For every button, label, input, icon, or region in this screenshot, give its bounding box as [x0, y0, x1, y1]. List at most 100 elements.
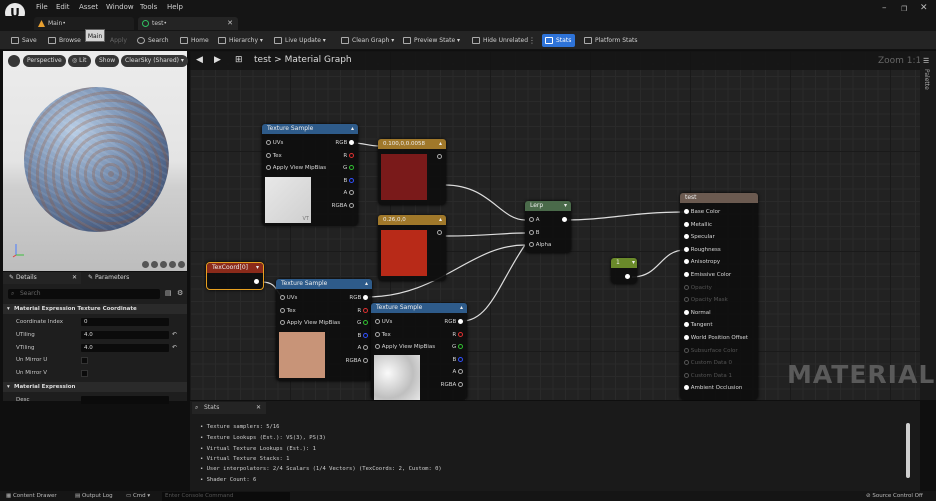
- chevron-down-icon[interactable]: ▾: [256, 263, 259, 273]
- material-result-node[interactable]: test Base Color Metallic Specular Roughn…: [680, 193, 758, 400]
- minimize-icon[interactable]: –: [882, 3, 887, 13]
- clean-graph-button[interactable]: Clean Graph ▾: [341, 34, 394, 47]
- save-button[interactable]: Save: [11, 34, 37, 47]
- pin-r[interactable]: R: [452, 331, 463, 339]
- pin-tex[interactable]: Tex: [266, 152, 282, 160]
- result-pin[interactable]: Base Color: [684, 208, 720, 216]
- desc-input[interactable]: [81, 396, 169, 404]
- mesh-preview-icon[interactable]: [178, 261, 185, 268]
- output-log-button[interactable]: ▤ Output Log: [75, 493, 113, 499]
- utiling-input[interactable]: 4.0: [81, 331, 169, 339]
- sky-dropdown[interactable]: ClearSky (Shared) ▾: [121, 55, 188, 67]
- pin-r[interactable]: R: [357, 307, 368, 315]
- tab-main[interactable]: Main•: [34, 17, 134, 30]
- constant3vector-node-1[interactable]: 0.100,0,0.0058 ▴: [378, 139, 446, 205]
- pin-alpha[interactable]: Alpha: [529, 241, 551, 249]
- pin-uvs[interactable]: UVs: [266, 139, 283, 147]
- chevron-down-icon[interactable]: ▾: [632, 258, 635, 268]
- pin-tex[interactable]: Tex: [280, 307, 296, 315]
- console-command-input[interactable]: Enter Console Command: [162, 492, 290, 501]
- menu-edit[interactable]: Edit: [56, 3, 70, 11]
- pin-g[interactable]: G: [357, 319, 368, 327]
- pin-a[interactable]: A: [452, 368, 463, 376]
- pin-a[interactable]: A: [343, 189, 354, 197]
- cylinder-preview-icon[interactable]: [151, 261, 158, 268]
- stats-scrollbar[interactable]: [906, 423, 910, 478]
- pin-a[interactable]: A: [357, 344, 368, 352]
- pin-b[interactable]: B: [452, 356, 463, 364]
- pin-mipbias[interactable]: Apply View MipBias: [266, 164, 326, 172]
- pin-b[interactable]: B: [357, 332, 368, 340]
- texcoord-node[interactable]: TexCoord[0] ▾: [206, 262, 264, 290]
- texture-sample-node-2[interactable]: Texture Sample ▴ UVs Tex Apply View MipBi…: [276, 279, 372, 381]
- unmirror-v-checkbox[interactable]: [81, 370, 88, 377]
- settings-gear-icon[interactable]: ⚙: [177, 289, 183, 297]
- stats-button[interactable]: Stats: [542, 34, 576, 47]
- details-search-input[interactable]: ⌕ Search: [8, 289, 160, 299]
- menu-file[interactable]: File: [36, 3, 48, 11]
- tab-details[interactable]: ✎ Details ✕: [3, 272, 81, 284]
- result-pin[interactable]: Anisotropy: [684, 258, 720, 266]
- hide-unrelated-button[interactable]: Hide Unrelated: [472, 34, 528, 47]
- pin-g[interactable]: G: [452, 343, 463, 351]
- constant3vector-node-2[interactable]: 0.26,0,0 ▴: [378, 215, 446, 281]
- pin-a[interactable]: A: [529, 216, 540, 224]
- chevron-up-icon[interactable]: ▴: [439, 215, 442, 225]
- texture-sample-node-1[interactable]: Texture Sample ▴ UVs Tex Apply View MipBi…: [262, 124, 358, 226]
- result-pin[interactable]: Ambient Occlusion: [684, 384, 742, 392]
- pin-rgb[interactable]: RGB: [444, 318, 463, 326]
- result-pin[interactable]: World Position Offset: [684, 334, 748, 342]
- result-pin[interactable]: Subsurface Color: [684, 347, 738, 355]
- palette-tab[interactable]: Palette: [923, 69, 930, 90]
- pin-b[interactable]: B: [529, 229, 540, 237]
- pin-rgb[interactable]: RGB: [335, 139, 354, 147]
- chevron-up-icon[interactable]: ▴: [439, 139, 442, 149]
- chevron-down-icon[interactable]: ▾: [564, 201, 567, 211]
- viewport-menu-icon[interactable]: [8, 55, 20, 67]
- result-pin[interactable]: Custom Data 1: [684, 372, 732, 380]
- preview-state-button[interactable]: Preview State ▾: [403, 34, 460, 47]
- pin-output[interactable]: [437, 153, 442, 161]
- close-tab-icon[interactable]: ✕: [227, 17, 233, 30]
- pin-output[interactable]: [254, 278, 259, 286]
- pin-tex[interactable]: Tex: [375, 331, 391, 339]
- home-button[interactable]: Home: [180, 34, 209, 47]
- result-pin[interactable]: Emissive Color: [684, 271, 731, 279]
- menu-window[interactable]: Window: [106, 3, 134, 11]
- close-stats-icon[interactable]: ✕: [256, 402, 261, 414]
- result-pin[interactable]: Opacity: [684, 284, 712, 292]
- result-pin[interactable]: Tangent: [684, 321, 713, 329]
- coordinate-index-input[interactable]: 0: [81, 318, 169, 326]
- result-pin[interactable]: Normal: [684, 309, 711, 317]
- vtiling-input[interactable]: 4.0: [81, 344, 169, 352]
- pin-output[interactable]: [562, 216, 567, 224]
- pin-mipbias[interactable]: Apply View MipBias: [280, 319, 340, 327]
- pin-uvs[interactable]: UVs: [280, 294, 297, 302]
- pin-mipbias[interactable]: Apply View MipBias: [375, 343, 435, 351]
- pin-rgb[interactable]: RGB: [349, 294, 368, 302]
- pin-output[interactable]: [625, 273, 630, 281]
- sphere-preview-icon[interactable]: [142, 261, 149, 268]
- chevron-up-icon[interactable]: ▴: [351, 124, 354, 134]
- close-details-icon[interactable]: ✕: [72, 272, 77, 284]
- result-pin[interactable]: Metallic: [684, 221, 712, 229]
- reset-utiling-icon[interactable]: ↶: [172, 331, 177, 338]
- section-texture-coordinate[interactable]: ▾ Material Expression Texture Coordinate: [3, 304, 187, 314]
- browse-button[interactable]: Browse: [48, 34, 81, 47]
- chevron-up-icon[interactable]: ▴: [365, 279, 368, 289]
- content-drawer-button[interactable]: ▦ Content Drawer: [6, 493, 57, 499]
- view-options-icon[interactable]: ▤: [165, 289, 172, 297]
- tab-stats[interactable]: ⌕ Stats ✕: [192, 402, 266, 414]
- perspective-button[interactable]: Perspective: [23, 55, 66, 67]
- platform-stats-button[interactable]: Platform Stats: [584, 34, 638, 47]
- result-pin[interactable]: Specular: [684, 233, 715, 241]
- menu-tools[interactable]: Tools: [140, 3, 157, 11]
- tab-test[interactable]: test• ✕: [138, 17, 238, 30]
- palette-sidebar[interactable]: ☰ Palette: [920, 51, 936, 400]
- lit-button[interactable]: ◎ Lit: [68, 55, 91, 67]
- source-control-button[interactable]: ⊘ Source Control Off: [866, 493, 923, 499]
- result-pin[interactable]: Opacity Mask: [684, 296, 728, 304]
- tab-parameters[interactable]: ✎ Parameters: [86, 272, 176, 284]
- cmd-dropdown[interactable]: ▭ Cmd ▾: [126, 493, 150, 499]
- plane-preview-icon[interactable]: [160, 261, 167, 268]
